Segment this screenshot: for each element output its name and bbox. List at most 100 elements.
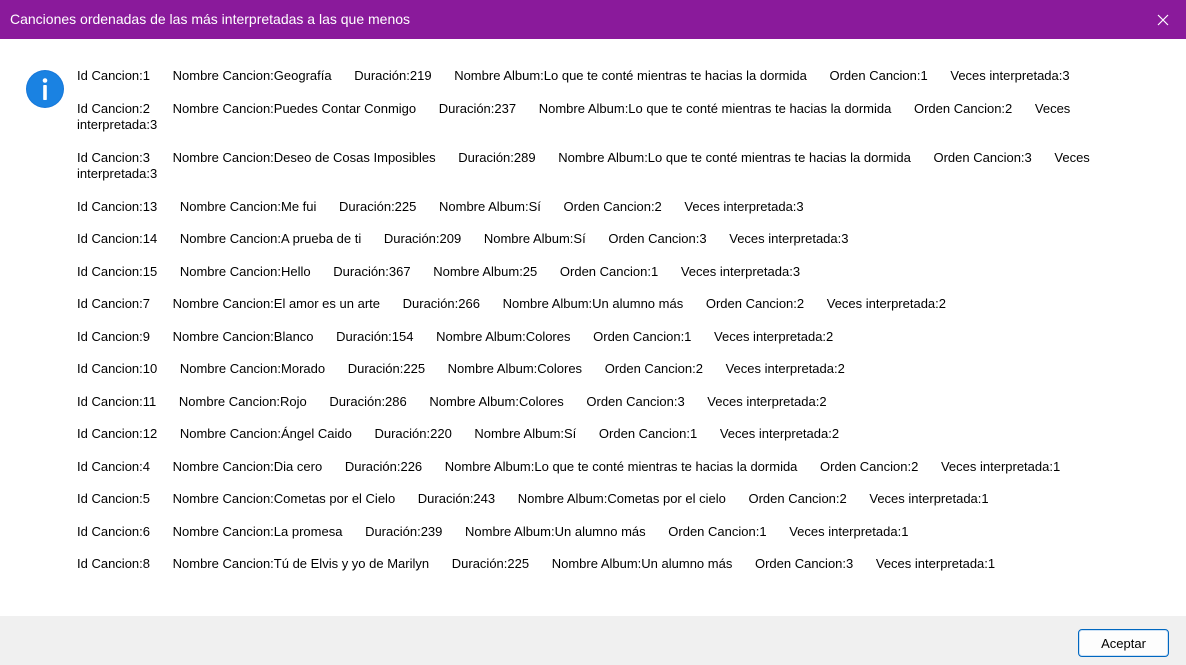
- close-icon: [1157, 14, 1169, 25]
- song-line: Id Cancion:3 Nombre Cancion:Deseo de Cos…: [77, 150, 1162, 183]
- song-line: Id Cancion:10 Nombre Cancion:Morado Dura…: [77, 361, 1162, 378]
- song-field: Id Cancion:3: [77, 149, 150, 165]
- song-field: Nombre Cancion:Geografía: [172, 68, 332, 83]
- song-field: Id Cancion:14: [77, 231, 158, 246]
- song-field: Nombre Album:Sí: [439, 198, 541, 214]
- song-field: Nombre Cancion:Morado: [179, 361, 326, 376]
- song-field: Id Cancion:6: [77, 523, 150, 539]
- song-field: Duración:286: [329, 393, 407, 409]
- song-field: Duración:225: [339, 198, 417, 214]
- song-line: Id Cancion:9 Nombre Cancion:Blanco Durac…: [77, 329, 1162, 346]
- song-field: Nombre Cancion:Tú de Elvis y yo de Maril…: [172, 556, 430, 571]
- song-field: Duración:243: [417, 491, 496, 506]
- song-field: Nombre Album:Un alumno más: [465, 523, 646, 539]
- title-bar: Canciones ordenadas de las más interpret…: [0, 0, 1186, 39]
- song-field: Nombre Album:Sí: [483, 231, 586, 246]
- song-field: Orden Cancion:1: [598, 426, 698, 441]
- song-field: Id Cancion:12: [77, 426, 158, 441]
- song-field: Orden Cancion:3: [586, 393, 685, 409]
- song-field: Veces interpretada:2: [714, 328, 834, 344]
- song-field: Nombre Album:25: [433, 263, 538, 279]
- song-field: Id Cancion:4: [77, 458, 150, 474]
- song-field: Duración:154: [336, 328, 414, 344]
- song-line: Id Cancion:4 Nombre Cancion:Dia cero Dur…: [77, 459, 1162, 476]
- song-field: Duración:225: [347, 361, 426, 376]
- song-list: Id Cancion:1 Nombre Cancion:Geografía Du…: [77, 68, 1162, 589]
- song-field: Nombre Cancion:Me fui: [179, 198, 317, 214]
- song-line: Id Cancion:12 Nombre Cancion:Ángel Caido…: [77, 426, 1162, 443]
- song-field: Nombre Cancion:Rojo: [178, 393, 307, 409]
- song-field: Veces interpretada:2: [719, 426, 840, 441]
- button-bar: [0, 616, 1186, 665]
- song-line: Id Cancion:13 Nombre Cancion:Me fui Dura…: [77, 199, 1162, 216]
- song-line: Id Cancion:11 Nombre Cancion:Rojo Duraci…: [77, 394, 1162, 411]
- song-field: Duración:220: [374, 426, 452, 441]
- song-field: Veces interpretada:3: [684, 198, 804, 214]
- song-field: Nombre Album:Un alumno más: [502, 296, 684, 311]
- window-title: Canciones ordenadas de las más interpret…: [10, 11, 411, 27]
- song-field: Duración:239: [365, 523, 443, 539]
- song-field: Orden Cancion:2: [913, 100, 1013, 116]
- song-field: Nombre Album:Lo que te conté mientras te…: [558, 149, 911, 165]
- song-field: Orden Cancion:3: [608, 231, 707, 246]
- song-field: Orden Cancion:1: [829, 68, 928, 83]
- song-field: Duración:209: [383, 231, 462, 246]
- song-field: Duración:367: [333, 263, 411, 279]
- song-field: Duración:219: [354, 68, 432, 83]
- song-field: Orden Cancion:1: [593, 328, 692, 344]
- song-field: Id Cancion:1: [77, 68, 150, 83]
- song-field: Veces interpretada:3: [729, 231, 849, 246]
- song-field: Nombre Cancion:Cometas por el Cielo: [172, 491, 396, 506]
- song-field: Nombre Album:Un alumno más: [551, 556, 733, 571]
- info-icon: [26, 70, 64, 108]
- song-field: Nombre Cancion:Hello: [179, 263, 311, 279]
- song-field: Nombre Cancion:Deseo de Cosas Imposibles: [172, 149, 436, 165]
- song-field: Orden Cancion:2: [705, 296, 805, 311]
- song-field: Orden Cancion:2: [820, 458, 919, 474]
- song-field: Nombre Cancion:Dia cero: [172, 458, 323, 474]
- song-field: Id Cancion:2: [77, 100, 150, 116]
- song-field: Id Cancion:13: [77, 198, 158, 214]
- song-field: Duración:225: [451, 556, 530, 571]
- song-line: Id Cancion:14 Nombre Cancion:A prueba de…: [77, 231, 1162, 248]
- song-field: Nombre Album:Lo que te conté mientras te…: [538, 100, 892, 116]
- song-field: Orden Cancion:3: [933, 149, 1032, 165]
- song-field: Orden Cancion:2: [748, 491, 847, 506]
- close-button[interactable]: [1140, 0, 1186, 39]
- song-field: Orden Cancion:3: [754, 556, 854, 571]
- song-field: Veces interpretada:1: [875, 556, 996, 571]
- song-line: Id Cancion:8 Nombre Cancion:Tú de Elvis …: [77, 556, 1162, 573]
- song-line: Id Cancion:15 Nombre Cancion:Hello Durac…: [77, 264, 1162, 281]
- song-field: Id Cancion:8: [77, 556, 150, 571]
- song-field: Nombre Album:Cometas por el cielo: [517, 491, 726, 506]
- accept-button[interactable]: Aceptar: [1078, 629, 1169, 657]
- song-field: Nombre Album:Lo que te conté mientras te…: [454, 68, 807, 83]
- song-field: Nombre Cancion:Puedes Contar Conmigo: [172, 100, 417, 116]
- song-field: Nombre Album:Colores: [436, 328, 571, 344]
- song-field: Veces interpretada:2: [707, 393, 827, 409]
- song-field: Veces interpretada:1: [940, 458, 1061, 474]
- song-line: Id Cancion:2 Nombre Cancion:Puedes Conta…: [77, 101, 1162, 134]
- song-field: Duración:289: [458, 149, 536, 165]
- song-field: Veces interpretada:2: [826, 296, 946, 311]
- song-field: Id Cancion:10: [77, 361, 158, 376]
- song-field: Nombre Album:Colores: [429, 393, 564, 409]
- song-field: Nombre Cancion:Blanco: [172, 328, 314, 344]
- song-field: Id Cancion:5: [77, 491, 150, 506]
- song-field: Veces interpretada:3: [950, 68, 1070, 83]
- song-field: Veces interpretada:1: [789, 523, 909, 539]
- song-field: Id Cancion:15: [77, 263, 158, 279]
- song-line: Id Cancion:7 Nombre Cancion:El amor es u…: [77, 296, 1162, 313]
- song-field: Orden Cancion:2: [563, 198, 662, 214]
- song-field: Id Cancion:7: [77, 296, 150, 311]
- song-field: Id Cancion:11: [77, 393, 157, 409]
- song-field: Nombre Album:Lo que te conté mientras te…: [444, 458, 798, 474]
- song-field: Nombre Cancion:Ángel Caido: [179, 426, 352, 441]
- song-field: Orden Cancion:1: [668, 523, 767, 539]
- song-field: Nombre Album:Colores: [447, 361, 583, 376]
- song-field: Orden Cancion:2: [604, 361, 703, 376]
- song-line: Id Cancion:6 Nombre Cancion:La promesa D…: [77, 524, 1162, 541]
- song-line: Id Cancion:5 Nombre Cancion:Cometas por …: [77, 491, 1162, 508]
- song-field: Duración:266: [402, 296, 480, 311]
- song-field: Orden Cancion:1: [559, 263, 659, 279]
